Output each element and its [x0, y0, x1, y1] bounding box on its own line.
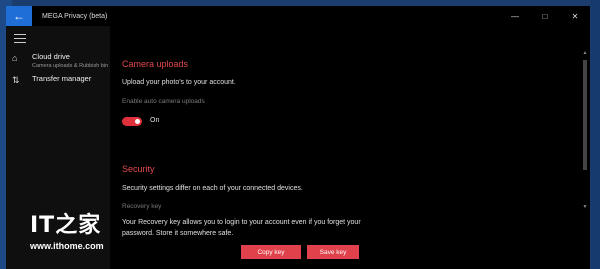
scroll-thumb[interactable]	[583, 60, 587, 170]
sidebar-item-sublabel: Camera uploads & Rubbish bin	[32, 63, 109, 69]
security-description: Security settings differ on each of your…	[122, 185, 303, 192]
recovery-line-2: password. Store it somewhere safe.	[122, 230, 234, 237]
window-controls: — □ ✕	[500, 6, 590, 26]
auto-camera-uploads-label: Enable auto camera uploads	[122, 98, 205, 105]
watermark-url: www.ithome.com	[30, 241, 104, 251]
desktop-background-right	[591, 0, 600, 269]
sidebar-item-label: Cloud drive	[32, 52, 70, 61]
save-key-button[interactable]: Save key	[307, 245, 359, 259]
ithome-watermark: IT之家 www.ithome.com	[30, 207, 104, 251]
scroll-up-icon[interactable]: ▲	[582, 50, 588, 56]
toggle-knob	[135, 119, 140, 124]
camera-uploads-title: Camera uploads	[122, 59, 189, 69]
title-bar: ← MEGA Privacy (beta) — □ ✕	[6, 6, 590, 26]
transfer-icon: ⇅	[12, 75, 20, 85]
copy-key-button[interactable]: Copy key	[241, 245, 301, 259]
back-button[interactable]: ←	[6, 6, 32, 26]
back-arrow-icon: ←	[13, 9, 25, 23]
settings-content: Camera uploads Upload your photo's to yo…	[110, 26, 590, 269]
toggle-state-label: On	[150, 117, 160, 124]
recovery-key-label: Recovery key	[122, 203, 162, 210]
sidebar-item-transfer-manager[interactable]: ⇅ Transfer manager	[6, 72, 110, 100]
watermark-logo: IT之家	[30, 213, 102, 238]
sidebar-item-label: Transfer manager	[32, 74, 92, 83]
minimize-button[interactable]: —	[500, 6, 530, 26]
camera-uploads-description: Upload your photo's to your account.	[122, 79, 236, 86]
scroll-down-icon[interactable]: ▼	[582, 204, 588, 210]
home-icon: ⌂	[12, 53, 18, 63]
window-title: MEGA Privacy (beta)	[42, 12, 108, 20]
recovery-key-description: Your Recovery key allows you to login to…	[122, 217, 361, 239]
auto-upload-toggle[interactable]	[122, 117, 142, 126]
security-title: Security	[122, 164, 155, 174]
scrollbar[interactable]: ▲ ▼	[582, 50, 588, 210]
close-button[interactable]: ✕	[560, 6, 590, 26]
recovery-line-1: Your Recovery key allows you to login to…	[122, 219, 361, 226]
maximize-button[interactable]: □	[530, 6, 560, 26]
hamburger-icon[interactable]	[14, 34, 26, 44]
